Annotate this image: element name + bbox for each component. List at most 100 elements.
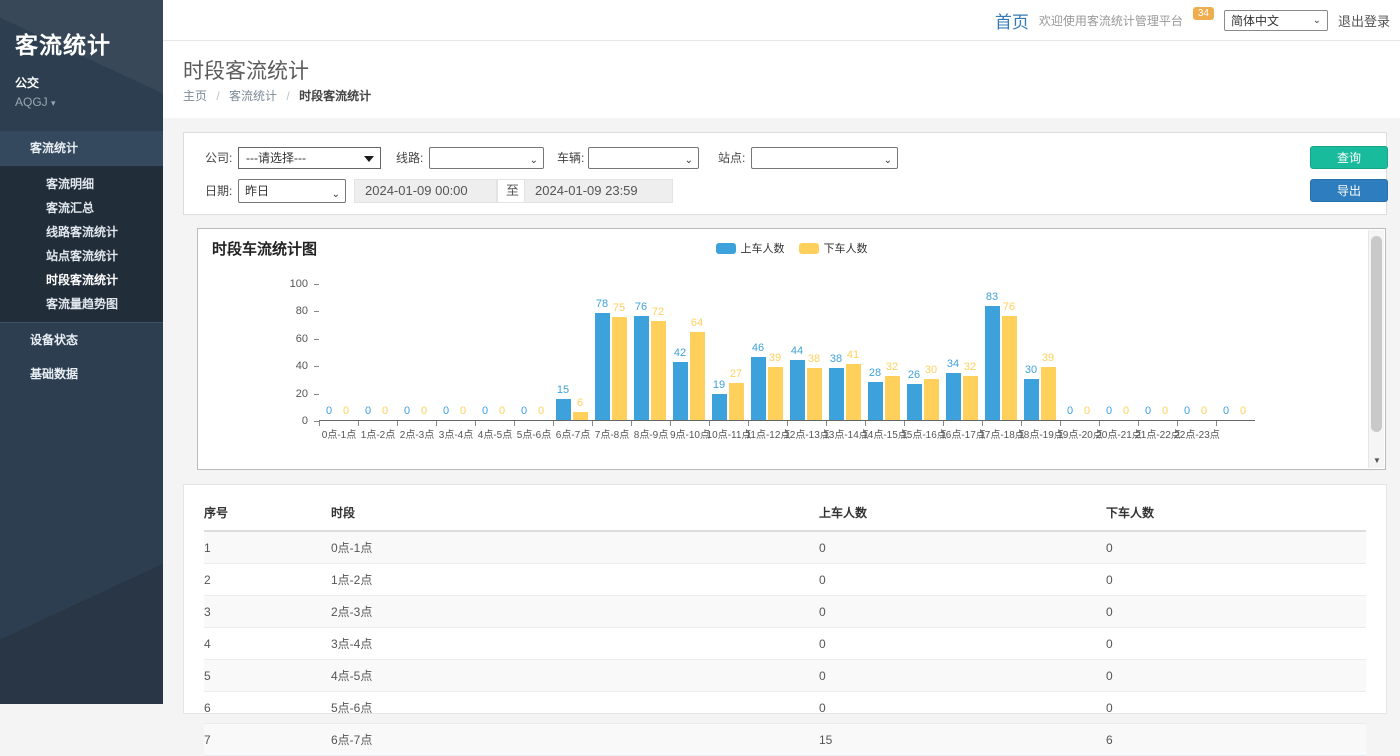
line-select[interactable]: ⌄ xyxy=(429,147,544,169)
legend-item[interactable]: 下车人数 xyxy=(799,240,868,256)
bar-value-label: 15 xyxy=(548,384,578,396)
bar-下车人数[interactable] xyxy=(729,383,744,420)
scroll-down-arrow-icon[interactable]: ▼ xyxy=(1369,456,1385,465)
sidebar-subitem[interactable]: 客流明细 xyxy=(0,172,163,196)
table-cell: 0 xyxy=(819,692,1106,724)
table-cell: 3 xyxy=(204,596,331,628)
table-cell: 6 xyxy=(1106,724,1366,756)
home-link[interactable]: 首页 xyxy=(995,8,1029,33)
breadcrumb-current: 时段客流统计 xyxy=(299,89,371,103)
logout-link[interactable]: 退出登录 xyxy=(1338,11,1390,30)
x-axis-label: 22点-23点 xyxy=(1174,426,1220,441)
bar-上车人数[interactable] xyxy=(595,313,610,420)
sidebar-subitem[interactable]: 站点客流统计 xyxy=(0,244,163,268)
table-row: 43点-4点00 xyxy=(204,628,1366,660)
bar-下车人数[interactable] xyxy=(690,332,705,420)
bar-group: 7672 xyxy=(631,269,670,420)
sidebar-subitem[interactable]: 线路客流统计 xyxy=(0,220,163,244)
bar-上车人数[interactable] xyxy=(868,382,883,420)
company-select[interactable]: ---请选择--- xyxy=(238,147,381,169)
hourly-stats-table-panel: 序号时段上车人数下车人数 10点-1点0021点-2点0032点-3点0043点… xyxy=(183,484,1387,714)
bar-group: 00 xyxy=(358,269,397,420)
bar-下车人数[interactable] xyxy=(1041,367,1056,420)
bar-下车人数[interactable] xyxy=(1002,316,1017,420)
bar-上车人数[interactable] xyxy=(751,357,766,420)
bar-上车人数[interactable] xyxy=(1024,379,1039,420)
chart-vertical-scrollbar[interactable]: ▼ xyxy=(1368,230,1384,468)
bar-value-label: 0 xyxy=(1228,405,1258,417)
bar-group: 00 xyxy=(1138,269,1177,420)
y-tick-label: 40 xyxy=(274,360,308,372)
sidebar-subitem[interactable]: 时段客流统计 xyxy=(0,268,163,292)
table-cell: 4点-5点 xyxy=(331,660,819,692)
bar-下车人数[interactable] xyxy=(573,412,588,420)
sidebar-item[interactable]: 设备状态 xyxy=(0,323,163,357)
breadcrumb: 主页 / 客流统计 / 时段客流统计 xyxy=(183,87,371,104)
date-range-select[interactable]: 昨日 ⌄ xyxy=(238,179,346,203)
bar-下车人数[interactable] xyxy=(963,376,978,420)
date-start-input[interactable]: 2024-01-09 00:00 xyxy=(354,179,497,203)
bar-上车人数[interactable] xyxy=(712,394,727,420)
breadcrumb-home[interactable]: 主页 xyxy=(183,89,207,103)
scrollbar-thumb[interactable] xyxy=(1371,236,1382,432)
table-cell: 0 xyxy=(1106,596,1366,628)
bar-上车人数[interactable] xyxy=(829,368,844,420)
legend-swatch xyxy=(799,243,819,254)
topbar: 首页 欢迎使用客流统计管理平台 34 简体中文 ⌄ 退出登录 xyxy=(163,0,1400,41)
bar-下车人数[interactable] xyxy=(807,368,822,420)
bar-上车人数[interactable] xyxy=(673,362,688,420)
bar-group: 8376 xyxy=(982,269,1021,420)
bar-value-label: 39 xyxy=(1033,352,1063,364)
sidebar-item[interactable]: 基础数据 xyxy=(0,357,163,391)
bar-下车人数[interactable] xyxy=(885,376,900,420)
sidebar-menu: 客流统计 客流明细客流汇总线路客流统计站点客流统计时段客流统计客流量趋势图 设备… xyxy=(0,131,163,391)
bar-value-label: 32 xyxy=(955,361,985,373)
bar-下车人数[interactable] xyxy=(651,321,666,420)
table-row: 32点-3点00 xyxy=(204,596,1366,628)
sidebar-subitem[interactable]: 客流量趋势图 xyxy=(0,292,163,316)
bar-下车人数[interactable] xyxy=(612,317,627,420)
station-select[interactable]: ⌄ xyxy=(751,147,898,169)
table-cell: 5 xyxy=(204,660,331,692)
query-button[interactable]: 查询 xyxy=(1310,146,1388,169)
table-cell: 6 xyxy=(204,692,331,724)
page-heading: 时段客流统计 主页 / 客流统计 / 时段客流统计 xyxy=(163,41,1400,118)
export-button[interactable]: 导出 xyxy=(1310,179,1388,202)
vehicle-select[interactable]: ⌄ xyxy=(588,147,699,169)
bar-group: 00 xyxy=(1060,269,1099,420)
org-code-dropdown[interactable]: AQGJ ▾ xyxy=(15,95,163,109)
sidebar-item-passenger-stats[interactable]: 客流统计 xyxy=(0,131,163,166)
sidebar-subitem[interactable]: 客流汇总 xyxy=(0,196,163,220)
language-select[interactable]: 简体中文 ⌄ xyxy=(1224,10,1328,31)
bar-group: 00 xyxy=(397,269,436,420)
chevron-down-icon: ⌄ xyxy=(530,151,538,171)
date-end-input[interactable]: 2024-01-09 23:59 xyxy=(524,179,673,203)
table-row: 21点-2点00 xyxy=(204,564,1366,596)
breadcrumb-passenger-stats[interactable]: 客流统计 xyxy=(229,89,277,103)
table-row: 54点-5点00 xyxy=(204,660,1366,692)
hourly-stats-table: 序号时段上车人数下车人数 10点-1点0021点-2点0032点-3点0043点… xyxy=(204,495,1366,756)
bar-上车人数[interactable] xyxy=(634,316,649,420)
bar-上车人数[interactable] xyxy=(790,360,805,420)
caret-down-icon: ▾ xyxy=(51,98,56,108)
bar-group: 00 xyxy=(436,269,475,420)
sidebar-bottom-menu: 设备状态基础数据 xyxy=(0,323,163,391)
table-cell: 5点-6点 xyxy=(331,692,819,724)
legend-swatch xyxy=(716,243,736,254)
table-cell: 1点-2点 xyxy=(331,564,819,596)
bar-上车人数[interactable] xyxy=(985,306,1000,420)
y-tick-mark xyxy=(314,421,319,422)
bar-上车人数[interactable] xyxy=(907,384,922,420)
y-tick-label: 20 xyxy=(274,388,308,400)
table-cell: 3点-4点 xyxy=(331,628,819,660)
bar-下车人数[interactable] xyxy=(768,367,783,420)
legend-item[interactable]: 上车人数 xyxy=(716,240,785,256)
bar-group: 4264 xyxy=(670,269,709,420)
notification-badge[interactable]: 34 xyxy=(1193,7,1214,20)
bar-下车人数[interactable] xyxy=(924,379,939,420)
dropdown-triangle-icon xyxy=(364,156,374,162)
bar-下车人数[interactable] xyxy=(846,364,861,420)
sidebar-submenu: 客流明细客流汇总线路客流统计站点客流统计时段客流统计客流量趋势图 xyxy=(0,166,163,323)
org-name: 公交 xyxy=(15,74,163,91)
bar-上车人数[interactable] xyxy=(946,373,961,420)
